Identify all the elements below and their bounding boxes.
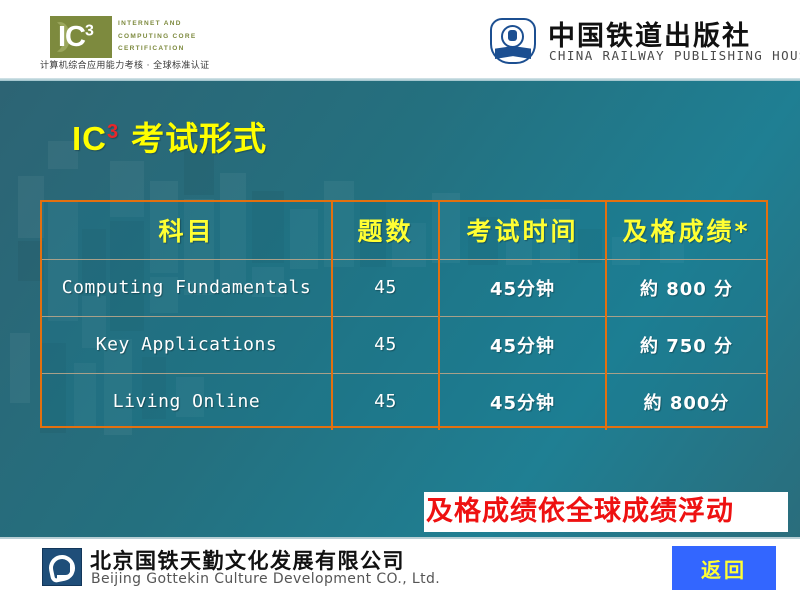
cell-exam-time: 45分钟 bbox=[439, 316, 607, 374]
header-band: IC3 INTERNET AND COMPUTING CORE CERTIFIC… bbox=[0, 0, 800, 78]
ic3-logo-text: IC3 bbox=[58, 19, 94, 55]
slide-canvas: IC3 INTERNET AND COMPUTING CORE CERTIFIC… bbox=[0, 0, 800, 600]
table-row: Key Applications 45 45分钟 約 750 分 bbox=[42, 316, 766, 374]
page-title-superscript: 3 bbox=[107, 121, 120, 143]
page-title-chinese: 考试形式 bbox=[131, 119, 268, 158]
company-name-english: Beijing Gottekin Culture Development CO.… bbox=[91, 571, 441, 587]
cell-question-count: 45 bbox=[332, 373, 440, 430]
cell-subject: Key Applications bbox=[42, 316, 333, 374]
ic3-tagline-line2: COMPUTING CORE bbox=[118, 32, 197, 40]
ic3-certification-logo: IC3 INTERNET AND COMPUTING CORE CERTIFIC… bbox=[40, 14, 220, 72]
table-header-row: 科目 题数 考试时间 及格成绩* bbox=[42, 202, 766, 260]
publisher-name-english: CHINA RAILWAY PUBLISHING HOUSE bbox=[549, 48, 800, 63]
cell-subject: Living Online bbox=[42, 373, 333, 430]
page-title: IC3 考试形式 bbox=[72, 112, 267, 160]
cell-exam-time: 45分钟 bbox=[439, 373, 607, 430]
table-row: Living Online 45 45分钟 約 800分 bbox=[42, 373, 766, 430]
cell-subject: Computing Fundamentals bbox=[42, 259, 333, 317]
ic3-tagline-english: INTERNET AND COMPUTING CORE CERTIFICATIO… bbox=[118, 18, 197, 56]
ic3-tagline-line1: INTERNET AND bbox=[118, 20, 182, 27]
ic3-tagline-chinese: 计算机综合应用能力考核 · 全球标准认证 bbox=[40, 61, 210, 71]
ic3-logo-letters: IC bbox=[58, 21, 86, 53]
column-header-passing-score: 及格成绩* bbox=[606, 202, 766, 260]
cell-passing-score: 約 750 分 bbox=[606, 316, 766, 374]
cell-passing-score: 約 800 分 bbox=[606, 259, 766, 317]
cell-passing-score: 約 800分 bbox=[643, 392, 730, 414]
return-button[interactable]: 返回 bbox=[672, 546, 776, 590]
ic3-tagline-line3: CERTIFICATION bbox=[118, 45, 185, 52]
footer-divider-line bbox=[0, 537, 800, 539]
ic3-logo-superscript: 3 bbox=[85, 22, 94, 40]
china-railway-publishing-logo: 中国铁道出版社 CHINA RAILWAY PUBLISHING HOUSE bbox=[488, 14, 800, 70]
company-logo-mark-icon bbox=[42, 548, 82, 586]
ic3-logo-mark: IC3 bbox=[50, 16, 112, 58]
company-logo: 北京国铁天勤文化发展有限公司 Beijing Gottekin Culture … bbox=[42, 545, 442, 591]
page-title-ic: IC bbox=[72, 120, 107, 157]
column-header-exam-time: 考试时间 bbox=[439, 202, 607, 260]
column-header-question-count: 题数 bbox=[332, 202, 440, 260]
exam-format-table: 科目 题数 考试时间 及格成绩* Computing Fundamentals … bbox=[40, 200, 768, 430]
cell-question-count: 45 bbox=[332, 316, 440, 374]
cell-question-count: 45 bbox=[332, 259, 440, 317]
company-mark-inner-shape bbox=[57, 564, 74, 579]
table-row: Computing Fundamentals 45 45分钟 約 800 分 bbox=[42, 259, 766, 317]
cell-exam-time: 45分钟 bbox=[439, 259, 607, 317]
passing-score-note: 及格成绩依全球成绩浮动 bbox=[424, 492, 788, 532]
emblem-lamp-shape bbox=[508, 30, 517, 41]
column-header-subject: 科目 bbox=[42, 202, 333, 260]
publisher-emblem-icon bbox=[488, 16, 538, 66]
